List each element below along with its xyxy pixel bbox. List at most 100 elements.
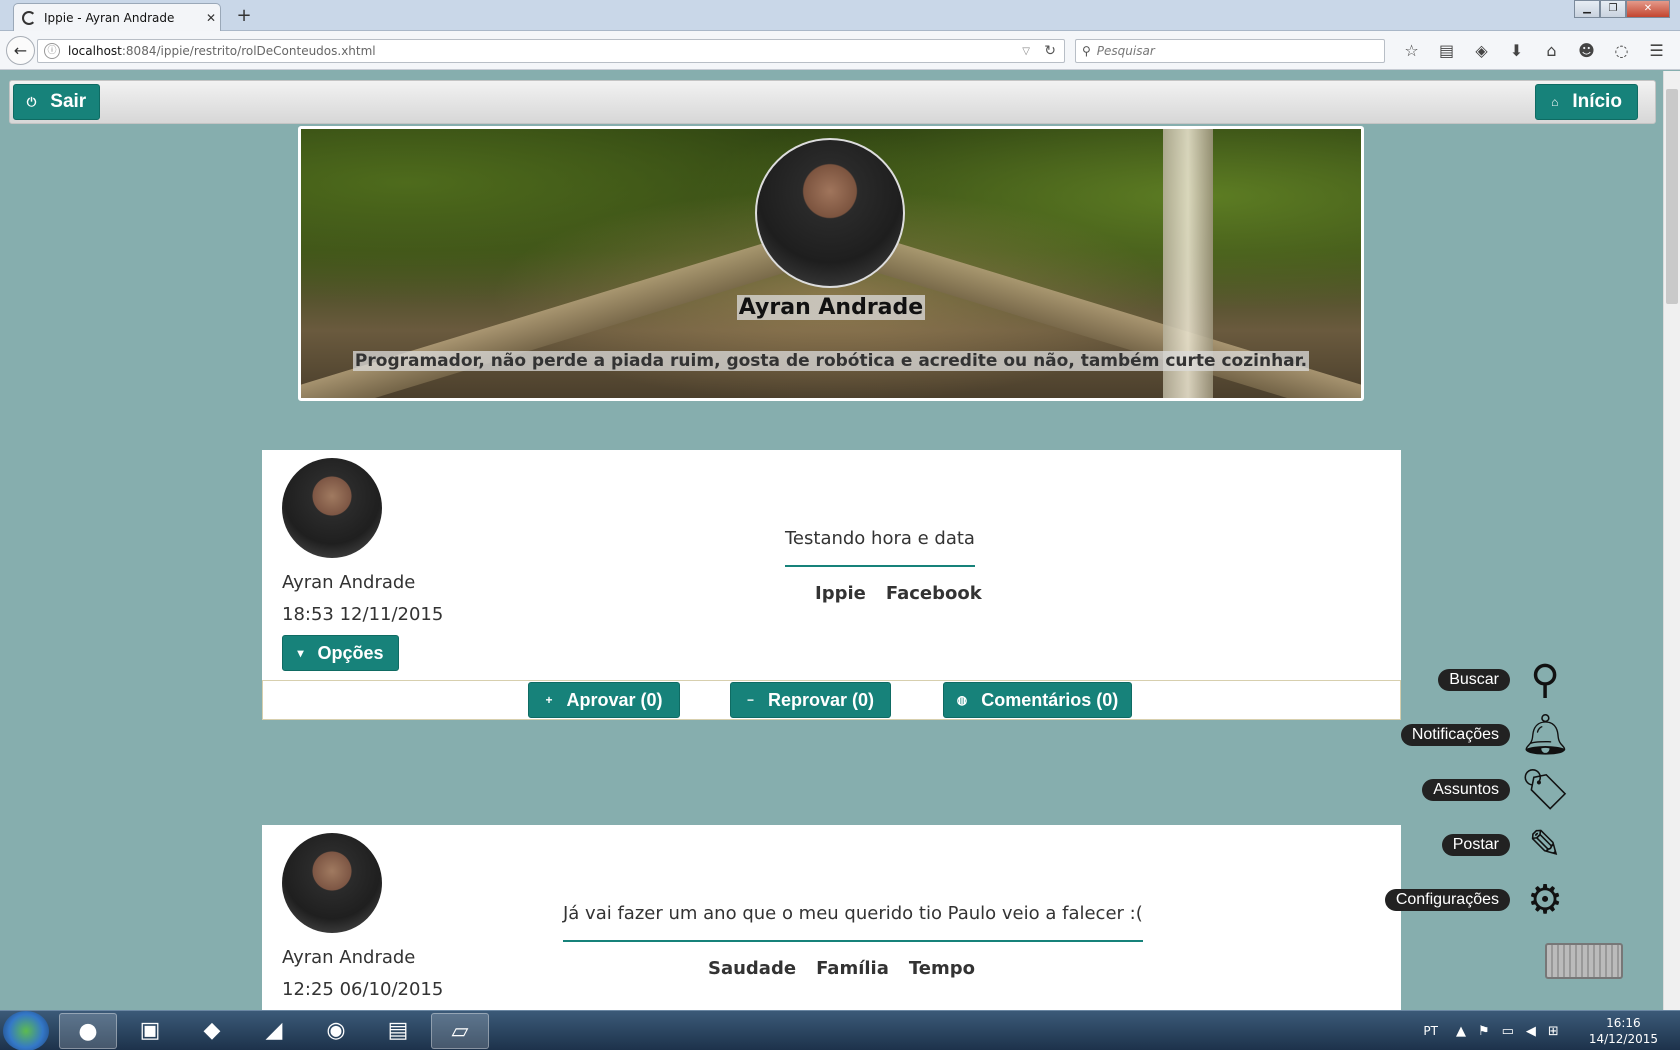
- pocket-icon[interactable]: ◈: [1464, 39, 1499, 63]
- sair-button[interactable]: ⏻ Sair: [13, 84, 100, 120]
- scrollbar-thumb[interactable]: [1666, 89, 1678, 304]
- visual-studio-task-icon[interactable]: ◆: [183, 1013, 241, 1049]
- steam-task-icon[interactable]: ◉: [307, 1013, 365, 1049]
- profile-bio: Programador, não perde a piada ruim, gos…: [352, 351, 1310, 371]
- start-button-icon[interactable]: [3, 1011, 49, 1050]
- side-menu-assuntos[interactable]: Assuntos 🏷︎: [1422, 765, 1571, 815]
- restore-icon[interactable]: ❐: [1600, 0, 1626, 18]
- tray-expand-icon[interactable]: ▲: [1456, 1024, 1466, 1039]
- profile-avatar: [755, 138, 905, 288]
- chat-icon[interactable]: ☻: [1569, 39, 1604, 63]
- opcoes-button[interactable]: ▾ Opções: [282, 635, 399, 671]
- network-icon[interactable]: ▭: [1502, 1024, 1514, 1039]
- post-card: Ayran Andrade 12:25 06/10/2015 Já vai fa…: [262, 825, 1401, 1010]
- side-menu-notificacoes[interactable]: Notificações 🔔︎: [1400, 710, 1571, 760]
- language-indicator[interactable]: PT: [1423, 1024, 1438, 1038]
- menu-hamburger-icon[interactable]: ☰: [1639, 39, 1674, 63]
- profile-banner: Ayran Andrade Programador, não perde a p…: [298, 126, 1364, 401]
- trash-basket-icon[interactable]: [1545, 943, 1623, 979]
- bookmark-star-icon[interactable]: ☆: [1394, 39, 1429, 63]
- post-text: Já vai fazer um ano que o meu querido ti…: [563, 903, 1143, 942]
- window-close-icon[interactable]: ✕: [1626, 0, 1670, 18]
- tab-title: Ippie - Ayran Andrade: [44, 11, 175, 25]
- sync-icon[interactable]: ◌: [1604, 39, 1639, 63]
- approve-button[interactable]: + Aprovar (0): [528, 682, 680, 718]
- inicio-button[interactable]: ⌂ Início: [1535, 84, 1638, 120]
- virtualbox-task-icon[interactable]: ▣: [121, 1013, 179, 1049]
- browser-nav-bar: ← ⓘ localhost :8084/ippie/restrito/rolDe…: [0, 31, 1680, 70]
- home-icon[interactable]: ⌂: [1534, 39, 1569, 63]
- side-menu-buscar[interactable]: Buscar ⚲: [1438, 655, 1570, 705]
- buscar-label: Buscar: [1438, 669, 1510, 691]
- minus-icon: −: [746, 693, 754, 707]
- home-icon: ⌂: [1551, 95, 1559, 109]
- taskbar-clock[interactable]: 16:16 14/12/2015: [1589, 1015, 1658, 1047]
- browser-tab-bar: Ippie - Ayran Andrade ✕ + ▁ ❐ ✕: [0, 0, 1680, 32]
- action-center-flag-icon[interactable]: ⚑: [1478, 1024, 1490, 1039]
- caret-down-icon: ▾: [297, 646, 304, 660]
- tag-icon: 🏷︎: [1520, 767, 1571, 813]
- url-history-dropdown-icon[interactable]: ▽: [1022, 46, 1030, 57]
- reject-button[interactable]: − Reprovar (0): [730, 682, 891, 718]
- clock-time: 16:16: [1606, 1016, 1641, 1030]
- search-icon: ⚲: [1082, 44, 1091, 58]
- post-card: Ayran Andrade 18:53 12/11/2015 ▾ Opções …: [262, 450, 1401, 720]
- tag-link[interactable]: Saudade: [708, 958, 796, 979]
- post-date: 12:25 06/10/2015: [282, 979, 444, 1000]
- post-actions-bar: + Aprovar (0) − Reprovar (0) ◍ Comentári…: [262, 680, 1401, 720]
- inicio-label: Início: [1572, 91, 1622, 112]
- vertical-scrollbar[interactable]: [1663, 71, 1680, 1010]
- search-input[interactable]: ⚲ Pesquisar: [1075, 39, 1385, 63]
- comments-label: Comentários (0): [981, 689, 1119, 710]
- avatar[interactable]: [282, 833, 382, 933]
- comments-button[interactable]: ◍ Comentários (0): [943, 682, 1132, 718]
- postar-label: Postar: [1441, 834, 1510, 856]
- downloads-icon[interactable]: ⬇: [1499, 39, 1534, 63]
- plus-icon: +: [545, 693, 553, 707]
- assuntos-label: Assuntos: [1422, 779, 1510, 801]
- post-date: 18:53 12/11/2015: [282, 604, 444, 625]
- post-tags: Ippie Facebook: [815, 583, 982, 604]
- magnifier-icon: ⚲: [1530, 657, 1560, 703]
- firefox-task-icon[interactable]: ●: [59, 1013, 117, 1049]
- tab-close-icon[interactable]: ✕: [202, 11, 220, 25]
- post-author: Ayran Andrade: [282, 947, 416, 968]
- windows-icon[interactable]: ⊞: [1548, 1024, 1559, 1039]
- system-tray: PT ▲ ⚑ ▭ ◀ ⊞ 16:16 14/12/2015: [1423, 1011, 1680, 1050]
- new-tab-icon[interactable]: +: [234, 5, 254, 26]
- profile-name: Ayran Andrade: [736, 295, 926, 320]
- url-bar[interactable]: ⓘ localhost :8084/ippie/restrito/rolDeCo…: [37, 39, 1065, 63]
- file-explorer-task-icon[interactable]: ▤: [369, 1013, 427, 1049]
- notepad-task-icon[interactable]: ▱: [431, 1013, 489, 1049]
- mysql-workbench-task-icon[interactable]: ◢: [245, 1013, 303, 1049]
- browser-toolbar: ☆ ▤ ◈ ⬇ ⌂ ☻ ◌ ☰: [1394, 39, 1674, 63]
- minimize-icon[interactable]: ▁: [1574, 0, 1600, 18]
- back-arrow-icon[interactable]: ←: [6, 36, 35, 65]
- tag-link[interactable]: Facebook: [886, 583, 982, 604]
- notificacoes-label: Notificações: [1400, 724, 1510, 746]
- sair-label: Sair: [50, 91, 87, 112]
- configuracoes-label: Configurações: [1384, 889, 1510, 911]
- post-tags: Saudade Família Tempo: [708, 958, 975, 979]
- volume-icon[interactable]: ◀: [1526, 1024, 1536, 1039]
- url-path: :8084/ippie/restrito/rolDeConteudos.xhtm…: [121, 44, 376, 58]
- avatar[interactable]: [282, 458, 382, 558]
- site-favicon-icon: [22, 11, 36, 25]
- tag-link[interactable]: Família: [816, 958, 889, 979]
- post-author: Ayran Andrade: [282, 572, 416, 593]
- pencil-icon: ✎: [1528, 822, 1562, 868]
- tag-link[interactable]: Tempo: [909, 958, 975, 979]
- browser-tab[interactable]: Ippie - Ayran Andrade ✕: [13, 3, 221, 32]
- post-text: Testando hora e data: [785, 528, 975, 567]
- tag-link[interactable]: Ippie: [815, 583, 866, 604]
- search-placeholder: Pesquisar: [1096, 44, 1155, 58]
- reload-icon[interactable]: ↻: [1044, 43, 1056, 59]
- gear-icon: ⚙: [1527, 877, 1563, 923]
- reject-label: Reprovar (0): [767, 689, 875, 710]
- side-menu-configuracoes[interactable]: Configurações ⚙: [1384, 875, 1570, 925]
- opcoes-label: Opções: [317, 642, 384, 663]
- approve-label: Aprovar (0): [566, 689, 663, 710]
- reading-list-icon[interactable]: ▤: [1429, 39, 1464, 63]
- side-menu-postar[interactable]: Postar ✎: [1441, 820, 1570, 870]
- comment-icon: ◍: [956, 693, 968, 707]
